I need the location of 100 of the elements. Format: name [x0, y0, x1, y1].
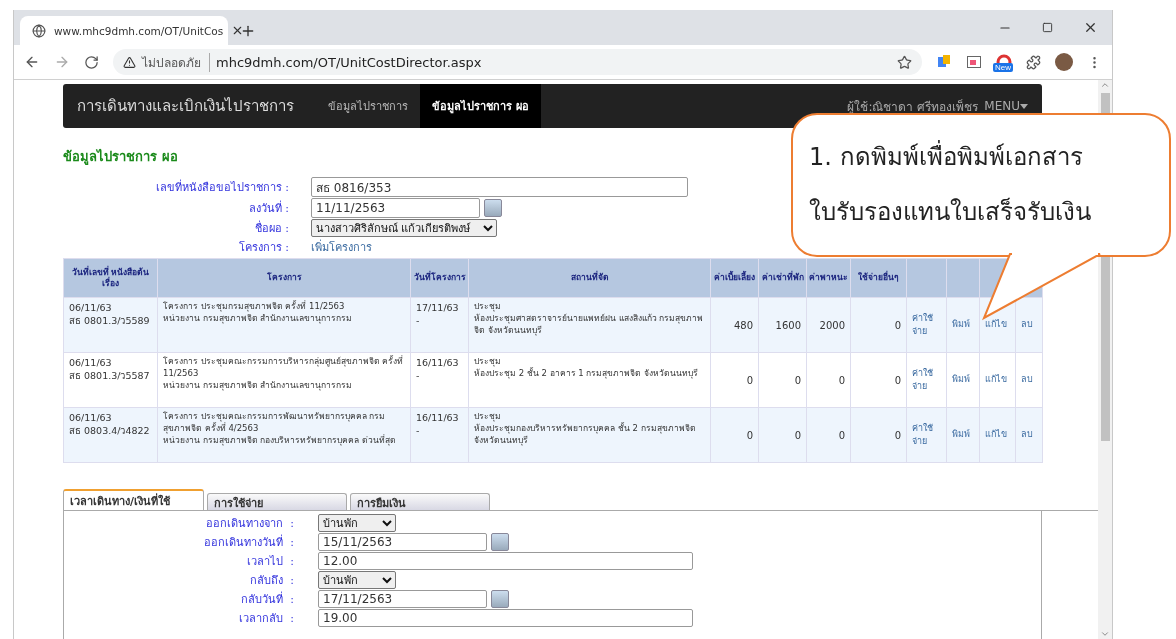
nav-link[interactable]: ข้อมูลไปราชการ ผอ [420, 84, 541, 128]
tab[interactable]: การยืมเงิน [350, 493, 490, 510]
column-header: โครงการ [157, 258, 411, 298]
column-header: ใช้จ่ายอื่นๆ [850, 258, 907, 298]
text-field[interactable]: สธ 0816/353 [311, 177, 688, 197]
text-field[interactable]: 19.00 [318, 609, 693, 627]
cell-text: 16/11/63 [416, 411, 460, 425]
cell-text: หน่วยงาน กรมสุขภาพจิต สำนักงานเลขานุการกรม [163, 312, 354, 325]
cell-text: 06/11/63 [69, 356, 113, 370]
cell-text: หน่วยงาน กรมสุขภาพจิต กองบริหารทรัพยากรบุคคล ด่วนที่สุด [163, 434, 398, 447]
row-link[interactable]: พิมพ์ [952, 373, 974, 387]
field-label: เวลากลับ : [238, 611, 294, 627]
brand-title[interactable]: การเดินทางและเบิกเงินไปราชการ [77, 94, 294, 118]
extension-badge: New [993, 63, 1013, 72]
column-header: ค่าเช่าที่พัก [758, 258, 807, 298]
cell-text: ประชุม [474, 356, 502, 368]
url-text: mhc9dmh.com/OT/UnitCostDirector.aspx [216, 54, 483, 70]
address-bar[interactable]: ไม่ปลอดภัย mhc9dmh.com/OT/UnitCostDirector.aspx [113, 49, 922, 75]
extension-icon[interactable] [936, 54, 952, 70]
field-label: กลับถึง : [249, 573, 294, 589]
extension-icon[interactable] [996, 54, 1012, 66]
puzzle-icon[interactable] [1026, 54, 1041, 70]
row-link[interactable]: ลบ [1021, 373, 1037, 387]
amount-text: 0 [746, 429, 753, 441]
text-field[interactable]: 12.00 [318, 552, 693, 570]
menu-dropdown[interactable]: MENU [978, 99, 1042, 113]
tab-title: www.mhc9dmh.com/OT/UnitCos [54, 24, 224, 37]
close-icon[interactable] [1083, 20, 1098, 35]
tab[interactable]: เวลาเดินทาง/เงินที่ใช้ [63, 489, 204, 510]
amount-text: 0 [746, 374, 753, 386]
calendar-icon[interactable] [491, 590, 509, 608]
amount-text: 0 [894, 319, 901, 331]
avatar[interactable] [1055, 53, 1073, 71]
dropdown[interactable]: บ้านพัก [318, 514, 396, 532]
amount-text: 0 [894, 429, 901, 441]
warning-icon [123, 55, 136, 69]
amount-text: 0 [794, 374, 801, 386]
cell-text: สธ 0801.3/ว5587 [69, 369, 151, 383]
date-field[interactable]: 15/11/2563 [318, 533, 487, 551]
row-link[interactable]: แก้ไข [985, 373, 1010, 387]
cell-text: หน่วยงาน กรมสุขภาพจิต สำนักงานเลขานุการกรม [163, 379, 354, 392]
dropdown[interactable]: นางสาวศิริลักษณ์ แก้วเกียรติพงษ์ [311, 219, 497, 237]
cell-text: สธ 0801.3/ว5589 [69, 314, 151, 328]
callout-text: ใบรับรองแทนใบเสร็จรับเงิน [809, 196, 1092, 228]
calendar-icon[interactable] [491, 533, 509, 551]
column-header: ค่าเบี้ยเลี้ยง [710, 258, 759, 298]
user-name: ผู้ใช้:ณิชาดา ศรีทองเพ็ชร [847, 98, 979, 116]
field-label: เลขที่หนังสือขอไปราชการ : [154, 178, 289, 196]
row-link[interactable]: แก้ไข [985, 428, 1010, 442]
row-link[interactable]: ลบ [1021, 428, 1037, 442]
add-project-link[interactable]: เพิ่มโครงการ [311, 238, 372, 256]
field-label: โครงการ : [237, 240, 289, 256]
amount-text: 1600 [775, 319, 801, 331]
cell-text: สธ 0803.4/ว4822 [69, 424, 151, 438]
column-header: สถานที่จัด [468, 258, 711, 298]
amount-text: 0 [894, 374, 901, 386]
cell-text: - [416, 369, 421, 383]
maximize-icon[interactable] [1042, 22, 1053, 33]
field-label: ชื่อผอ : [253, 219, 289, 237]
window-icon[interactable] [966, 54, 982, 70]
cell-text: ประชุม [474, 411, 502, 423]
cell-text: โครงการ ประชุมกรมสุขภาพจิต ครั้งที่ 11/2563 [163, 301, 346, 313]
date-field[interactable]: 17/11/2563 [318, 590, 487, 608]
cell-text: ห้องประชุมศาสตราจารย์นายแพทย์ฝน แสงสิงแก้ว กรมสุขภาพจิต จังหวัดนนทบุรี [474, 312, 705, 337]
row-link[interactable]: แก้ไข [985, 318, 1010, 332]
page-title: ข้อมูลไปราชการ ผอ [63, 148, 178, 167]
cell-text: 16/11/63 [416, 356, 460, 370]
amount-text: 2000 [819, 319, 845, 331]
date-field[interactable]: 11/11/2563 [311, 198, 480, 218]
amount-text: 0 [794, 429, 801, 441]
cell-text: โครงการ ประชุมคณะกรรมการบริหารกลุ่มศูนย์สุขภาพจิต ครั้งที่ 11/2563 [163, 356, 405, 380]
field-label: ลงวันที่ : [247, 199, 289, 217]
star-icon[interactable] [897, 54, 912, 70]
back-icon[interactable] [24, 54, 40, 70]
column-header: วันที่โครงการ [410, 258, 469, 298]
row-link[interactable]: พิมพ์ [952, 428, 974, 442]
globe-icon [32, 23, 46, 38]
tab[interactable]: การใช้จ่าย [207, 493, 347, 510]
callout-text: 1. กดพิมพ์เพื่อพิมพ์เอกสาร [809, 139, 1084, 173]
cell-text: ประชุม [474, 301, 502, 313]
caret-icon [1020, 103, 1028, 109]
cell-text: 17/11/63 [416, 301, 460, 315]
reload-icon[interactable] [84, 54, 99, 70]
dropdown[interactable]: บ้านพัก [318, 571, 396, 589]
security-label: ไม่ปลอดภัย [142, 52, 210, 72]
field-label: กลับวันที่ : [240, 590, 294, 608]
cell-text: - [416, 314, 421, 328]
cell-text: ห้องประชุมกองบริหารทรัพยากรบุคคล ชั้น 2 กรมสุขภาพจิต จังหวัดนนทบุรี [474, 422, 697, 447]
calendar-icon[interactable] [484, 199, 502, 217]
cell-text: ห้องประชุม 2 ชั้น 2 อาคาร 1 กรมสุขภาพจิต จังหวัดนนทบุรี [474, 367, 700, 380]
amount-text: 0 [838, 429, 845, 441]
field-label: ออกเดินทางจาก : [205, 516, 294, 532]
column-header: ค่าพาหนะ [806, 258, 851, 298]
field-label: ออกเดินทางวันที่ : [203, 533, 294, 551]
nav-link[interactable]: ข้อมูลไปราชการ [316, 84, 420, 128]
cell-text: - [416, 424, 421, 438]
amount-text: 480 [733, 319, 753, 331]
row-link[interactable]: พิมพ์ [952, 318, 974, 332]
row-link[interactable]: ลบ [1021, 318, 1037, 332]
column-header: วันที่เลขที่ หนังสือต้นเรื่อง [63, 258, 158, 298]
